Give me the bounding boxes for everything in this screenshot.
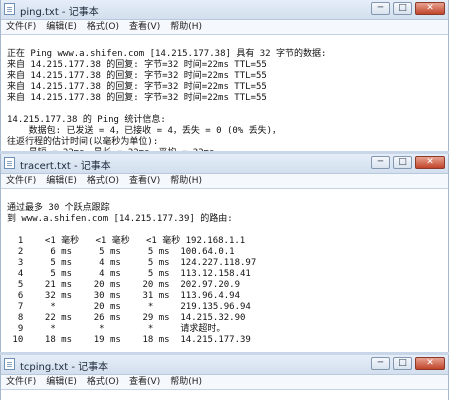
menu-file[interactable]: 文件(F)	[1, 375, 41, 388]
notepad-window-tracert: tracert.txt - 记事本 ─ □ ✕ 文件(F) 编辑(E) 格式(O) 查…	[0, 154, 449, 352]
maximize-button[interactable]: □	[393, 156, 412, 169]
menu-format[interactable]: 格式(O)	[82, 20, 124, 33]
notepad-icon	[4, 157, 15, 169]
menu-bar: 文件(F) 编辑(E) 格式(O) 查看(V) 帮助(H)	[1, 174, 448, 189]
text-content: 通过最多 30 个跃点跟踪 到 www.a.shifen.com [14.215…	[7, 203, 257, 345]
text-area[interactable]: 通过最多 30 个跃点跟踪 到 www.a.shifen.com [14.215…	[1, 188, 448, 352]
text-content	[1, 390, 448, 393]
menu-edit[interactable]: 编辑(E)	[41, 375, 82, 388]
text-area[interactable]: 正在 Ping www.a.shifen.com [14.215.177.38]…	[1, 34, 448, 151]
window-title: tcping.txt - 记事本	[20, 362, 109, 373]
text-content: 正在 Ping www.a.shifen.com [14.215.177.38]…	[7, 49, 327, 151]
menu-help[interactable]: 帮助(H)	[165, 375, 207, 388]
window-title: ping.txt - 记事本	[20, 7, 99, 18]
minimize-button[interactable]: ─	[371, 156, 390, 169]
notepad-window-tcping: tcping.txt - 记事本 ─ □ ✕ 文件(F) 编辑(E) 格式(O) 查看…	[0, 355, 449, 400]
notepad-window-ping: ping.txt - 记事本 ─ □ ✕ 文件(F) 编辑(E) 格式(O) 查看(V…	[0, 0, 449, 151]
text-area[interactable]	[1, 389, 448, 400]
notepad-icon	[4, 358, 15, 370]
minimize-button[interactable]: ─	[371, 357, 390, 370]
minimize-button[interactable]: ─	[371, 2, 390, 15]
title-bar[interactable]: tracert.txt - 记事本 ─ □ ✕	[1, 154, 448, 174]
menu-file[interactable]: 文件(F)	[1, 20, 41, 33]
menu-bar: 文件(F) 编辑(E) 格式(O) 查看(V) 帮助(H)	[1, 20, 448, 35]
close-button[interactable]: ✕	[415, 156, 445, 169]
menu-format[interactable]: 格式(O)	[82, 174, 124, 187]
window-title: tracert.txt - 记事本	[20, 161, 111, 172]
maximize-button[interactable]: □	[393, 2, 412, 15]
menu-view[interactable]: 查看(V)	[124, 174, 165, 187]
menu-help[interactable]: 帮助(H)	[165, 174, 207, 187]
notepad-icon	[4, 3, 15, 15]
menu-edit[interactable]: 编辑(E)	[41, 174, 82, 187]
close-button[interactable]: ✕	[415, 357, 445, 370]
menu-file[interactable]: 文件(F)	[1, 174, 41, 187]
close-button[interactable]: ✕	[415, 2, 445, 15]
title-bar[interactable]: tcping.txt - 记事本 ─ □ ✕	[1, 355, 448, 375]
menu-view[interactable]: 查看(V)	[124, 20, 165, 33]
title-bar[interactable]: ping.txt - 记事本 ─ □ ✕	[1, 0, 448, 20]
menu-help[interactable]: 帮助(H)	[165, 20, 207, 33]
menu-edit[interactable]: 编辑(E)	[41, 20, 82, 33]
menu-format[interactable]: 格式(O)	[82, 375, 124, 388]
menu-view[interactable]: 查看(V)	[124, 375, 165, 388]
maximize-button[interactable]: □	[393, 357, 412, 370]
menu-bar: 文件(F) 编辑(E) 格式(O) 查看(V) 帮助(H)	[1, 375, 448, 390]
